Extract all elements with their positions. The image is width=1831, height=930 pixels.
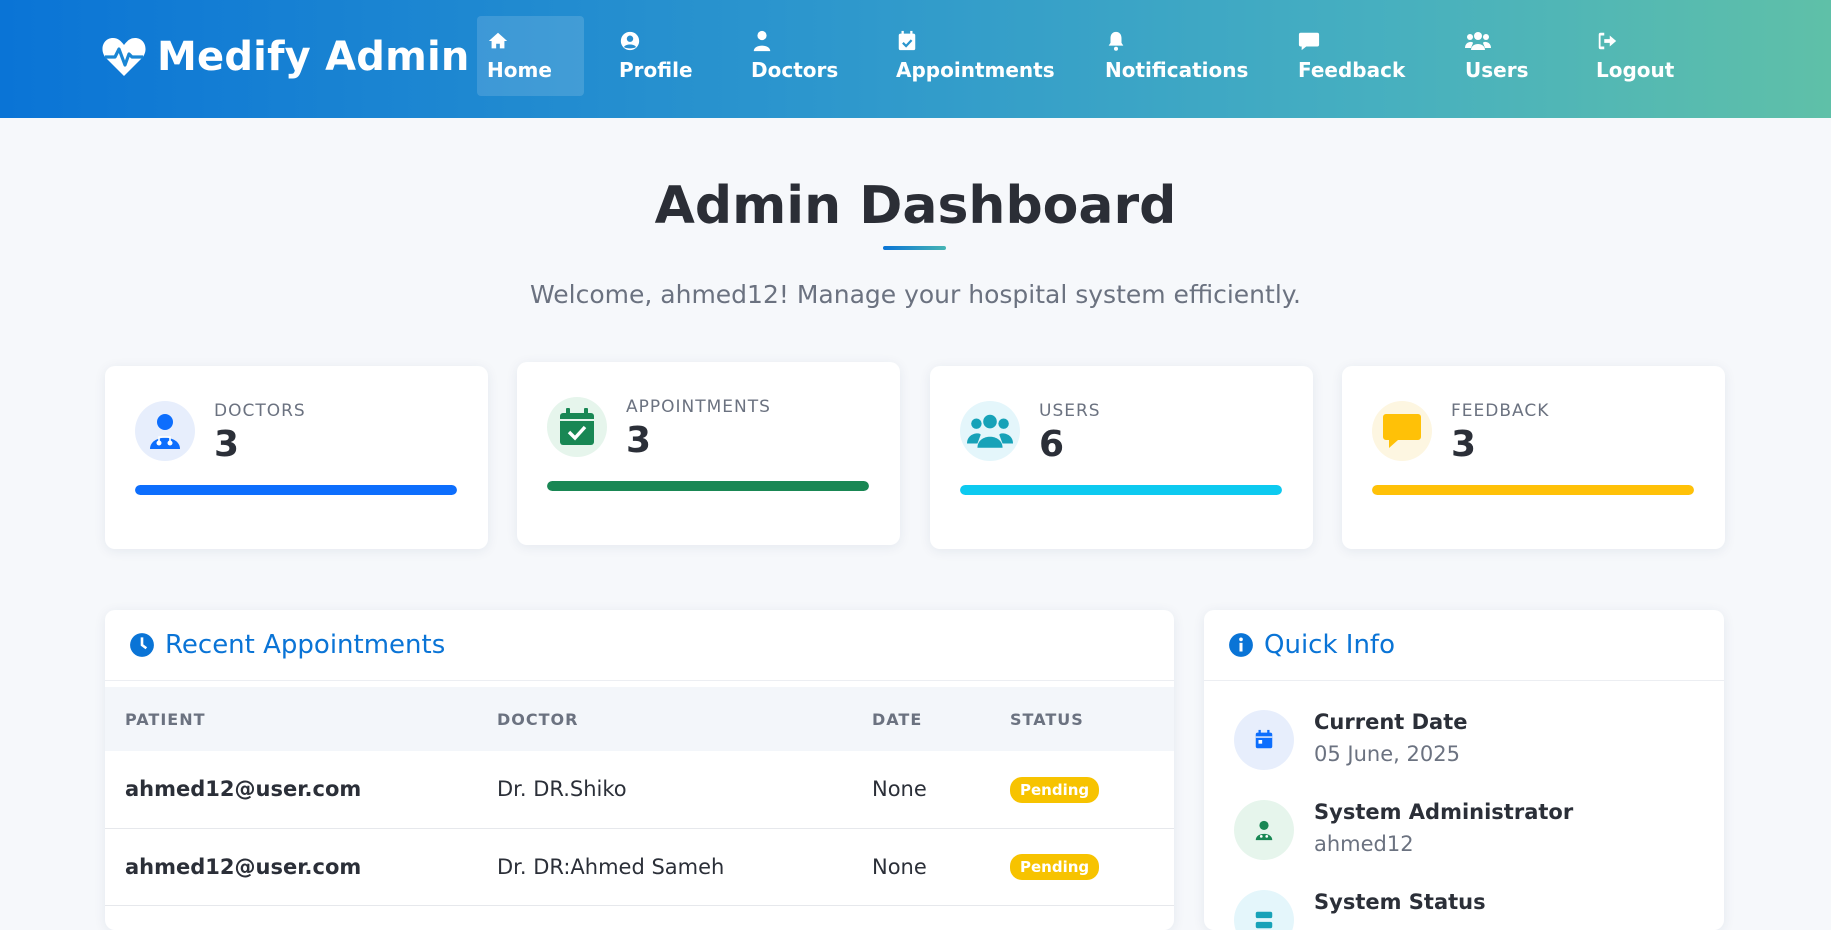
panel-header: Recent Appointments [105, 610, 1174, 681]
doctor-cell: Dr. DR.Shiko [477, 751, 852, 829]
patient-cell: ahmed12@user.com [105, 751, 477, 829]
stat-card-users[interactable]: USERS 6 [930, 366, 1313, 549]
stat-card-feedback[interactable]: FEEDBACK 3 [1342, 366, 1725, 549]
info-value: ahmed12 [1314, 832, 1414, 856]
quick-info-panel: Quick Info Current Date 05 June, 2025 Sy… [1204, 610, 1724, 930]
stat-value: 3 [626, 420, 652, 461]
bell-icon [1108, 31, 1124, 51]
welcome-message: Welcome, ahmed12! Manage your hospital s… [530, 280, 1301, 309]
info-icon-circle [1234, 710, 1294, 770]
status-badge: Pending [1010, 776, 1100, 803]
home-icon [488, 32, 508, 49]
info-icon [1229, 633, 1253, 657]
nav-label: Users [1465, 58, 1529, 82]
info-item-administrator: System Administrator ahmed12 [1234, 800, 1573, 860]
nav-notifications[interactable]: Notifications [1105, 16, 1248, 96]
info-item-current-date: Current Date 05 June, 2025 [1234, 710, 1468, 770]
stat-label: FEEDBACK [1451, 401, 1550, 421]
title-underline [883, 246, 946, 250]
stat-value: 6 [1039, 424, 1065, 465]
date-cell: None [852, 828, 990, 906]
doctor-icon [753, 30, 771, 52]
panel-title: Recent Appointments [165, 630, 446, 660]
info-icon-circle [1234, 800, 1294, 860]
calendar-check-icon [560, 408, 594, 445]
status-cell: Pending [990, 751, 1174, 829]
table-row[interactable]: ahmed12@user.com Dr. DR.Shiko None Pendi… [105, 751, 1174, 829]
nav-profile[interactable]: Profile [619, 16, 693, 96]
calendar-icon [1255, 729, 1273, 749]
stat-progress-bar [1372, 485, 1694, 495]
info-title: System Administrator [1314, 800, 1574, 824]
recent-appointments-panel: Recent Appointments PATIENT DOCTOR DATE … [105, 610, 1174, 930]
stat-card-doctors[interactable]: DOCTORS 3 [105, 366, 488, 549]
nav-label: Doctors [751, 58, 839, 82]
logout-icon [1598, 32, 1617, 50]
heartbeat-icon [102, 38, 146, 76]
status-badge: Pending [1010, 854, 1100, 880]
brand[interactable]: Medify Admin [101, 34, 470, 80]
server-icon [1255, 911, 1273, 929]
comment-icon [1383, 414, 1421, 448]
nav-home[interactable]: Home [477, 16, 584, 96]
column-header: STATUS [1010, 709, 1084, 729]
nav-doctors[interactable]: Doctors [751, 16, 838, 96]
stat-value: 3 [1451, 424, 1477, 465]
column-header: PATIENT [125, 709, 206, 729]
patient-cell: ahmed12@user.com [105, 828, 477, 906]
user-doctor-icon [1255, 820, 1273, 841]
info-item-system-status: System Status [1234, 890, 1486, 930]
nav-label: Notifications [1105, 58, 1249, 82]
nav-logout[interactable]: Logout [1596, 16, 1674, 96]
table-row[interactable]: ahmed12@user.com Dr. DR:Ahmed Sameh None… [105, 828, 1174, 906]
stat-label: USERS [1039, 401, 1101, 421]
info-title: System Status [1314, 890, 1486, 914]
panel-header: Quick Info [1204, 610, 1724, 681]
users-icon [1465, 32, 1491, 50]
info-value: 05 June, 2025 [1314, 742, 1460, 766]
stat-label: APPOINTMENTS [626, 397, 771, 417]
page-title: Admin Dashboard [654, 176, 1177, 236]
column-header: DATE [872, 709, 923, 729]
user-circle-icon [620, 31, 640, 51]
users-icon [967, 414, 1013, 448]
comment-icon [1298, 32, 1320, 51]
stat-icon-circle [547, 397, 607, 457]
nav-label: Profile [619, 58, 693, 82]
nav-users[interactable]: Users [1465, 16, 1528, 96]
calendar-check-icon [898, 30, 916, 51]
stat-icon-circle [960, 401, 1020, 461]
column-header: DOCTOR [497, 709, 579, 729]
doctor-cell: Dr. DR:Ahmed Sameh [477, 828, 852, 906]
stat-label: DOCTORS [214, 401, 306, 421]
stat-progress-bar [135, 485, 457, 495]
doctor-icon [150, 414, 180, 449]
stat-progress-bar [960, 485, 1282, 495]
table-header-row: PATIENT DOCTOR DATE STATUS [105, 687, 1174, 751]
panel-title: Quick Info [1264, 630, 1395, 660]
stat-icon-circle [135, 401, 195, 461]
nav-label: Appointments [896, 58, 1055, 82]
info-title: Current Date [1314, 710, 1468, 734]
stat-icon-circle [1372, 401, 1432, 461]
stat-value: 3 [214, 424, 240, 465]
nav-label: Logout [1596, 58, 1675, 82]
nav-label: Feedback [1298, 58, 1406, 82]
nav-label: Home [487, 58, 552, 82]
stat-progress-bar [547, 481, 869, 491]
nav-appointments[interactable]: Appointments [896, 16, 1055, 96]
clock-icon [130, 633, 154, 657]
status-cell: Pending [990, 828, 1174, 906]
stat-card-appointments[interactable]: APPOINTMENTS 3 [517, 362, 900, 545]
navbar: Medify Admin Home Profile Doctors Appoin… [0, 0, 1831, 118]
appointments-table: PATIENT DOCTOR DATE STATUS ahmed12@user.… [105, 687, 1174, 906]
brand-name: Medify Admin [157, 34, 470, 80]
nav-feedback[interactable]: Feedback [1298, 16, 1405, 96]
date-cell: None [852, 751, 990, 829]
info-icon-circle [1234, 890, 1294, 930]
